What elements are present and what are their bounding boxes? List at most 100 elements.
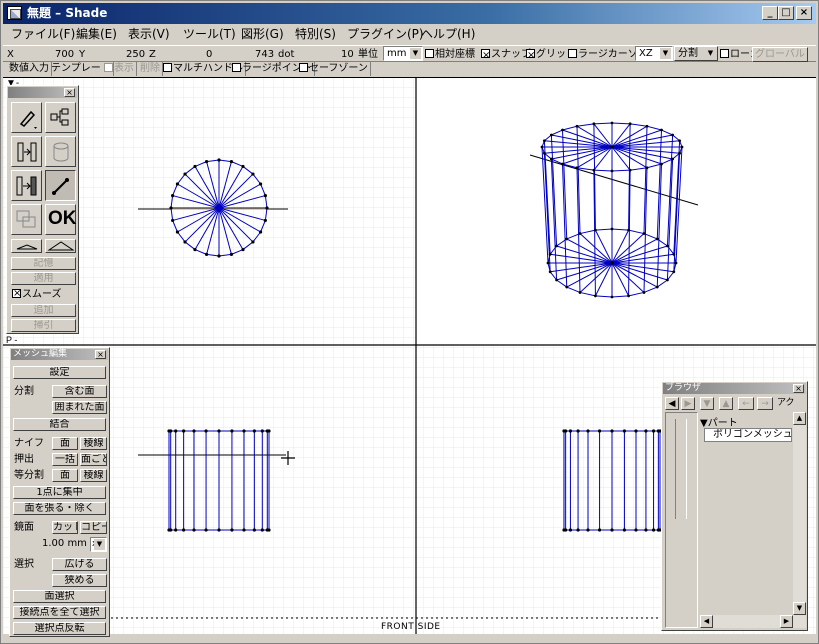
tree-part-node[interactable]: ▼パート	[700, 414, 738, 429]
apply-button[interactable]: 適用	[11, 272, 76, 285]
vertex-point[interactable]	[645, 166, 649, 170]
vertex-point[interactable]	[230, 429, 234, 433]
menu-view[interactable]: 表示(V)	[128, 24, 170, 44]
vertex-point[interactable]	[671, 157, 675, 161]
split-select[interactable]: 分割	[674, 46, 718, 61]
vertex-point[interactable]	[204, 528, 208, 532]
vertex-point[interactable]	[260, 429, 264, 433]
vertex-point[interactable]	[610, 121, 614, 125]
menu-shape[interactable]: 図形(G)	[241, 24, 284, 44]
cut-button[interactable]: カット	[52, 521, 78, 534]
axis-select[interactable]: x	[90, 537, 107, 552]
vertex-point[interactable]	[263, 218, 267, 223]
invert-selection-button[interactable]: 選択点反転	[13, 622, 106, 635]
vertex-point[interactable]	[655, 285, 659, 289]
vertex-point[interactable]	[204, 252, 209, 256]
vertex-point[interactable]	[671, 133, 675, 137]
vertex-point[interactable]	[252, 528, 256, 532]
knife-edge-button[interactable]: 稜線	[80, 437, 107, 450]
vertex-point[interactable]	[586, 528, 590, 532]
vertex-point[interactable]	[169, 429, 173, 433]
vertex-point[interactable]	[594, 228, 597, 232]
move-tool-button[interactable]	[11, 170, 42, 201]
vertex-point[interactable]	[183, 240, 187, 244]
vertex-point[interactable]	[597, 429, 602, 433]
vertex-point[interactable]	[628, 122, 632, 126]
vertex-point[interactable]	[229, 252, 234, 256]
vertex-point[interactable]	[548, 270, 552, 274]
vertex-point[interactable]	[672, 270, 676, 274]
vertex-point[interactable]	[263, 193, 267, 198]
tool-palette-header[interactable]: ×	[8, 87, 77, 98]
vertex-point[interactable]	[678, 151, 682, 155]
unit-select[interactable]: mm	[383, 46, 423, 61]
close-icon[interactable]: ×	[95, 350, 106, 359]
memory-button[interactable]: 記憶	[11, 257, 76, 270]
vertex-point[interactable]	[645, 124, 649, 128]
vertex-point[interactable]	[182, 528, 186, 532]
vertex-point[interactable]	[634, 429, 638, 433]
title-bar[interactable]: 無題 – Shade _ □ ×	[3, 3, 816, 24]
tree-polygon-mesh-item[interactable]: ポリゴンメッシュ	[704, 428, 792, 442]
vertex-point[interactable]	[229, 160, 234, 164]
vertex-point[interactable]	[634, 528, 638, 532]
menu-edit[interactable]: 編集(E)	[76, 24, 117, 44]
scroll-right-icon[interactable]: ▶	[780, 615, 793, 628]
menu-tools[interactable]: ツール(T)	[183, 24, 236, 44]
smooth-checkbox[interactable]: スムーズ	[12, 287, 62, 301]
vertex-point[interactable]	[561, 162, 564, 166]
nav-down-icon[interactable]: ▼	[700, 397, 714, 410]
fill-remove-face-button[interactable]: 面を張る・除く	[13, 502, 106, 515]
nav-right-icon[interactable]: ▶	[681, 397, 695, 410]
vertex-point[interactable]	[555, 244, 558, 248]
vertex-point[interactable]	[586, 429, 590, 433]
vertex-point[interactable]	[171, 193, 175, 198]
enclosed-face-button[interactable]: 囲まれた面	[52, 401, 107, 414]
settings-button[interactable]: 設定	[13, 366, 106, 379]
vertex-point[interactable]	[182, 429, 186, 433]
vertex-point[interactable]	[666, 278, 669, 282]
vertex-point[interactable]	[193, 164, 197, 169]
vertex-point[interactable]	[217, 429, 221, 433]
vertex-point[interactable]	[183, 172, 187, 176]
vertex-point[interactable]	[564, 429, 568, 433]
curve-mode-button-2[interactable]	[45, 239, 76, 253]
menu-file[interactable]: ファイル(F)	[11, 24, 75, 44]
vertex-point[interactable]	[169, 206, 173, 210]
vertex-point[interactable]	[193, 247, 197, 252]
plane-select[interactable]: XZ	[635, 46, 673, 61]
global-button[interactable]: グローバル	[752, 47, 808, 62]
vertex-point[interactable]	[265, 206, 269, 210]
vertex-point[interactable]	[548, 252, 552, 256]
vertex-point[interactable]	[610, 429, 614, 433]
expand-selection-button[interactable]: 広げる	[52, 558, 107, 571]
knife-face-button[interactable]: 面	[52, 437, 78, 450]
menu-special[interactable]: 特別(S)	[295, 24, 336, 44]
delete-button[interactable]: 削除	[140, 62, 163, 76]
vertex-point[interactable]	[576, 528, 580, 532]
vertex-point[interactable]	[578, 232, 582, 235]
vertex-point[interactable]	[192, 429, 196, 433]
vertex-point[interactable]	[610, 528, 614, 532]
include-face-button[interactable]: 含む面	[52, 385, 107, 398]
scroll-left-icon[interactable]: ◀	[700, 615, 713, 628]
vertex-point[interactable]	[565, 237, 569, 241]
vertex-point[interactable]	[241, 164, 245, 169]
vertex-point[interactable]	[642, 232, 646, 235]
browser-vertical-scrollbar[interactable]: ▲ ▼	[793, 412, 806, 615]
vertex-point[interactable]	[576, 429, 580, 433]
vertex-point[interactable]	[267, 429, 271, 433]
sweep-button[interactable]: 掃引	[11, 319, 76, 332]
vertex-point[interactable]	[680, 145, 684, 149]
relative-coords-checkbox[interactable]: 相対座標	[425, 46, 475, 63]
show-toggle[interactable]: 表示	[104, 62, 137, 76]
vertex-point[interactable]	[217, 254, 221, 258]
vertex-point[interactable]	[542, 139, 546, 143]
menu-help[interactable]: ヘルプ(H)	[421, 24, 475, 44]
nav-left-icon[interactable]: ◀	[665, 397, 679, 410]
vertex-point[interactable]	[252, 429, 256, 433]
equal-split-edge-button[interactable]: 稜線	[80, 469, 107, 482]
hierarchy-tool-button[interactable]	[45, 102, 76, 133]
vertex-point[interactable]	[678, 139, 682, 143]
vertex-point[interactable]	[546, 261, 550, 265]
